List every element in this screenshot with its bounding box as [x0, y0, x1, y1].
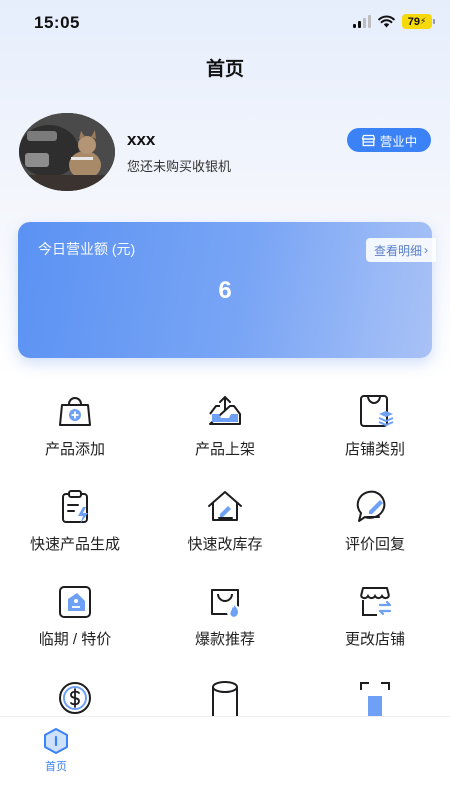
- grid-item-quick-product[interactable]: 快速产品生成: [0, 487, 150, 567]
- grid-item-label: 爆款推荐: [194, 631, 255, 648]
- scan-frame-icon: [360, 682, 390, 718]
- hot-bag-icon: [211, 589, 241, 619]
- home-hexagon-icon: [44, 728, 68, 754]
- business-status-label: 营业中: [379, 134, 418, 149]
- signal-icon: [353, 15, 371, 28]
- grid-item-label: 快速改库存: [187, 536, 263, 553]
- grid-item-review-reply[interactable]: 评价回复: [300, 487, 450, 567]
- dollar-coin-icon: [59, 682, 91, 714]
- view-details-label: 查看明细: [373, 243, 422, 258]
- grid-item-label: 店铺类别: [344, 441, 405, 458]
- bag-plus-icon: [59, 397, 91, 426]
- wifi-icon: [378, 15, 395, 28]
- grid-item-product-shelf[interactable]: 产品上架: [150, 392, 300, 472]
- revenue-value: 6: [218, 277, 232, 304]
- store-swap-icon: [360, 587, 392, 616]
- tag-icon: [59, 586, 91, 618]
- view-details-button[interactable]: 查看明细 ›: [365, 238, 436, 262]
- grid-item-hot-recommend[interactable]: 爆款推荐: [150, 582, 300, 662]
- chevron-right-icon: ›: [424, 243, 428, 257]
- status-indicators: 79 ⚡: [353, 14, 435, 29]
- user-name: xxx: [127, 130, 156, 149]
- battery-level: 79: [407, 15, 420, 28]
- clipboard-bolt-icon: [62, 490, 88, 524]
- upload-tray-icon: [209, 395, 241, 425]
- revenue-label: 今日营业额 (元): [38, 241, 136, 257]
- avatar[interactable]: [19, 113, 115, 191]
- store-icon: [361, 134, 375, 146]
- avatar-photo: [19, 113, 115, 191]
- grid-item-label: 快速产品生成: [29, 536, 120, 553]
- grid-item-label: 产品上架: [194, 441, 255, 458]
- shop-category-icon: [360, 395, 394, 427]
- bottom-nav: 首页: [0, 716, 450, 800]
- grid-item-label: 更改店铺: [344, 631, 405, 648]
- status-time: 15:05: [34, 13, 80, 32]
- nav-home[interactable]: 首页: [34, 727, 78, 774]
- comment-edit-icon: [356, 490, 386, 522]
- grid-item-change-store[interactable]: 更改店铺: [300, 582, 450, 662]
- status-bar: 15:05 79 ⚡: [0, 0, 450, 44]
- grid-item-quick-stock[interactable]: 快速改库存: [150, 487, 300, 567]
- revenue-card: 今日营业额 (元) 6 查看明细 ›: [18, 222, 436, 358]
- grid-item-label: 评价回复: [344, 536, 405, 553]
- grid-item-product-add[interactable]: 产品添加: [0, 392, 150, 472]
- grid-item-expiring-special[interactable]: 临期 / 特价: [0, 582, 150, 662]
- house-edit-icon: [208, 491, 242, 521]
- grid-item-label: 临期 / 特价: [38, 631, 112, 648]
- battery-icon: 79 ⚡: [402, 14, 435, 29]
- grid-item-label: 产品添加: [44, 441, 105, 458]
- user-subtitle: 您还未购买收银机: [127, 159, 232, 174]
- page-title: 首页: [205, 59, 244, 80]
- grid-item-shop-category[interactable]: 店铺类别: [300, 392, 450, 472]
- cylinder-icon: [212, 681, 238, 716]
- business-status-badge[interactable]: 营业中: [347, 128, 431, 152]
- nav-home-label: 首页: [45, 761, 67, 773]
